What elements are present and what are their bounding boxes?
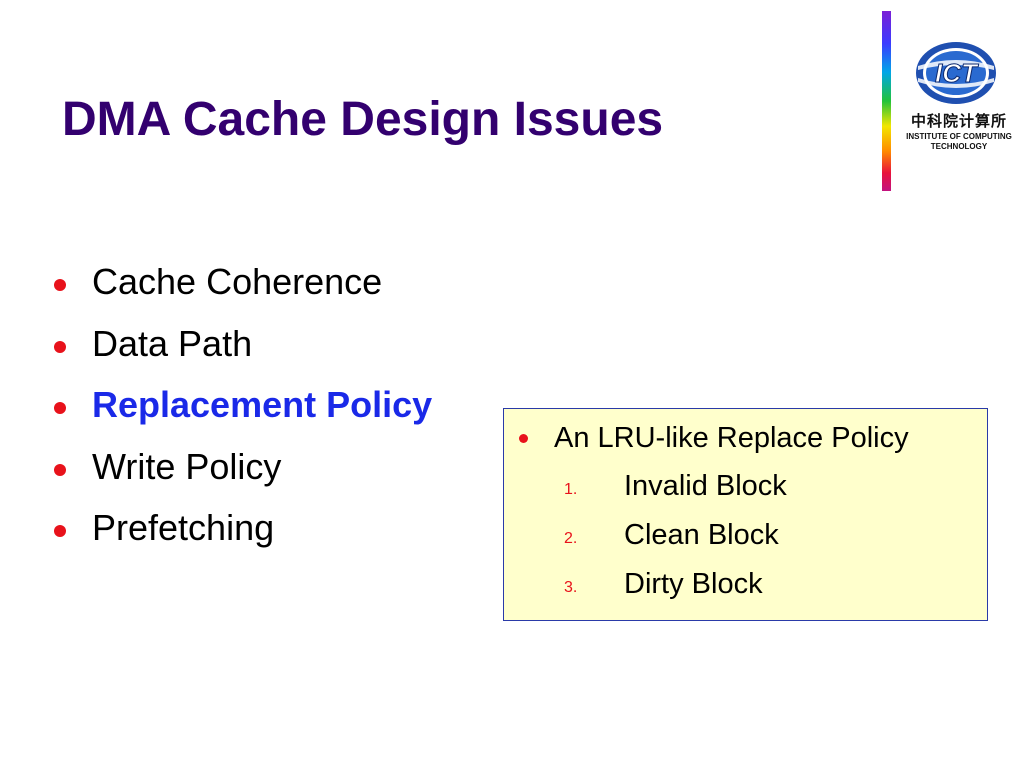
bullet-dot-icon <box>54 525 66 537</box>
ict-logo: ICT 中科院计算所 INSTITUTE OF COMPUTING TECHNO… <box>900 40 1018 155</box>
bullet-dot-icon <box>54 279 66 291</box>
bullet-text: Replacement Policy <box>92 384 433 425</box>
logo-emblem-text: ICT <box>935 58 979 88</box>
callout-heading-text: An LRU-like Replace Policy <box>554 422 909 454</box>
logo-english-line1: INSTITUTE OF COMPUTING <box>906 132 1012 141</box>
bullet-dot-icon <box>54 402 66 414</box>
callout-bullet-dot-icon <box>519 434 528 443</box>
bullet-dot-icon <box>54 463 66 476</box>
bullet-text: Data Path <box>92 322 253 364</box>
bullet-dot-icon <box>54 340 66 353</box>
list-item-text: Clean Block <box>624 519 779 551</box>
list-number: 3. <box>564 579 578 596</box>
rainbow-divider-bar <box>882 11 891 191</box>
ict-emblem-icon: ICT <box>916 42 996 104</box>
bullet-text: Write Policy <box>92 445 282 487</box>
logo-english-line2: TECHNOLOGY <box>930 142 988 151</box>
bullet-text: Prefetching <box>92 507 275 548</box>
list-item-text: Dirty Block <box>624 568 763 600</box>
list-item-text: Invalid Block <box>624 470 787 502</box>
list-number: 2. <box>564 530 578 547</box>
logo-chinese-name: 中科院计算所 <box>910 112 1007 130</box>
bullet-text: Cache Coherence <box>92 261 383 302</box>
list-number: 1. <box>564 481 578 498</box>
replacement-policy-callout: An LRU-like Replace Policy 1. Invalid Bl… <box>503 408 988 621</box>
slide-title: DMA Cache Design Issues <box>62 93 664 146</box>
